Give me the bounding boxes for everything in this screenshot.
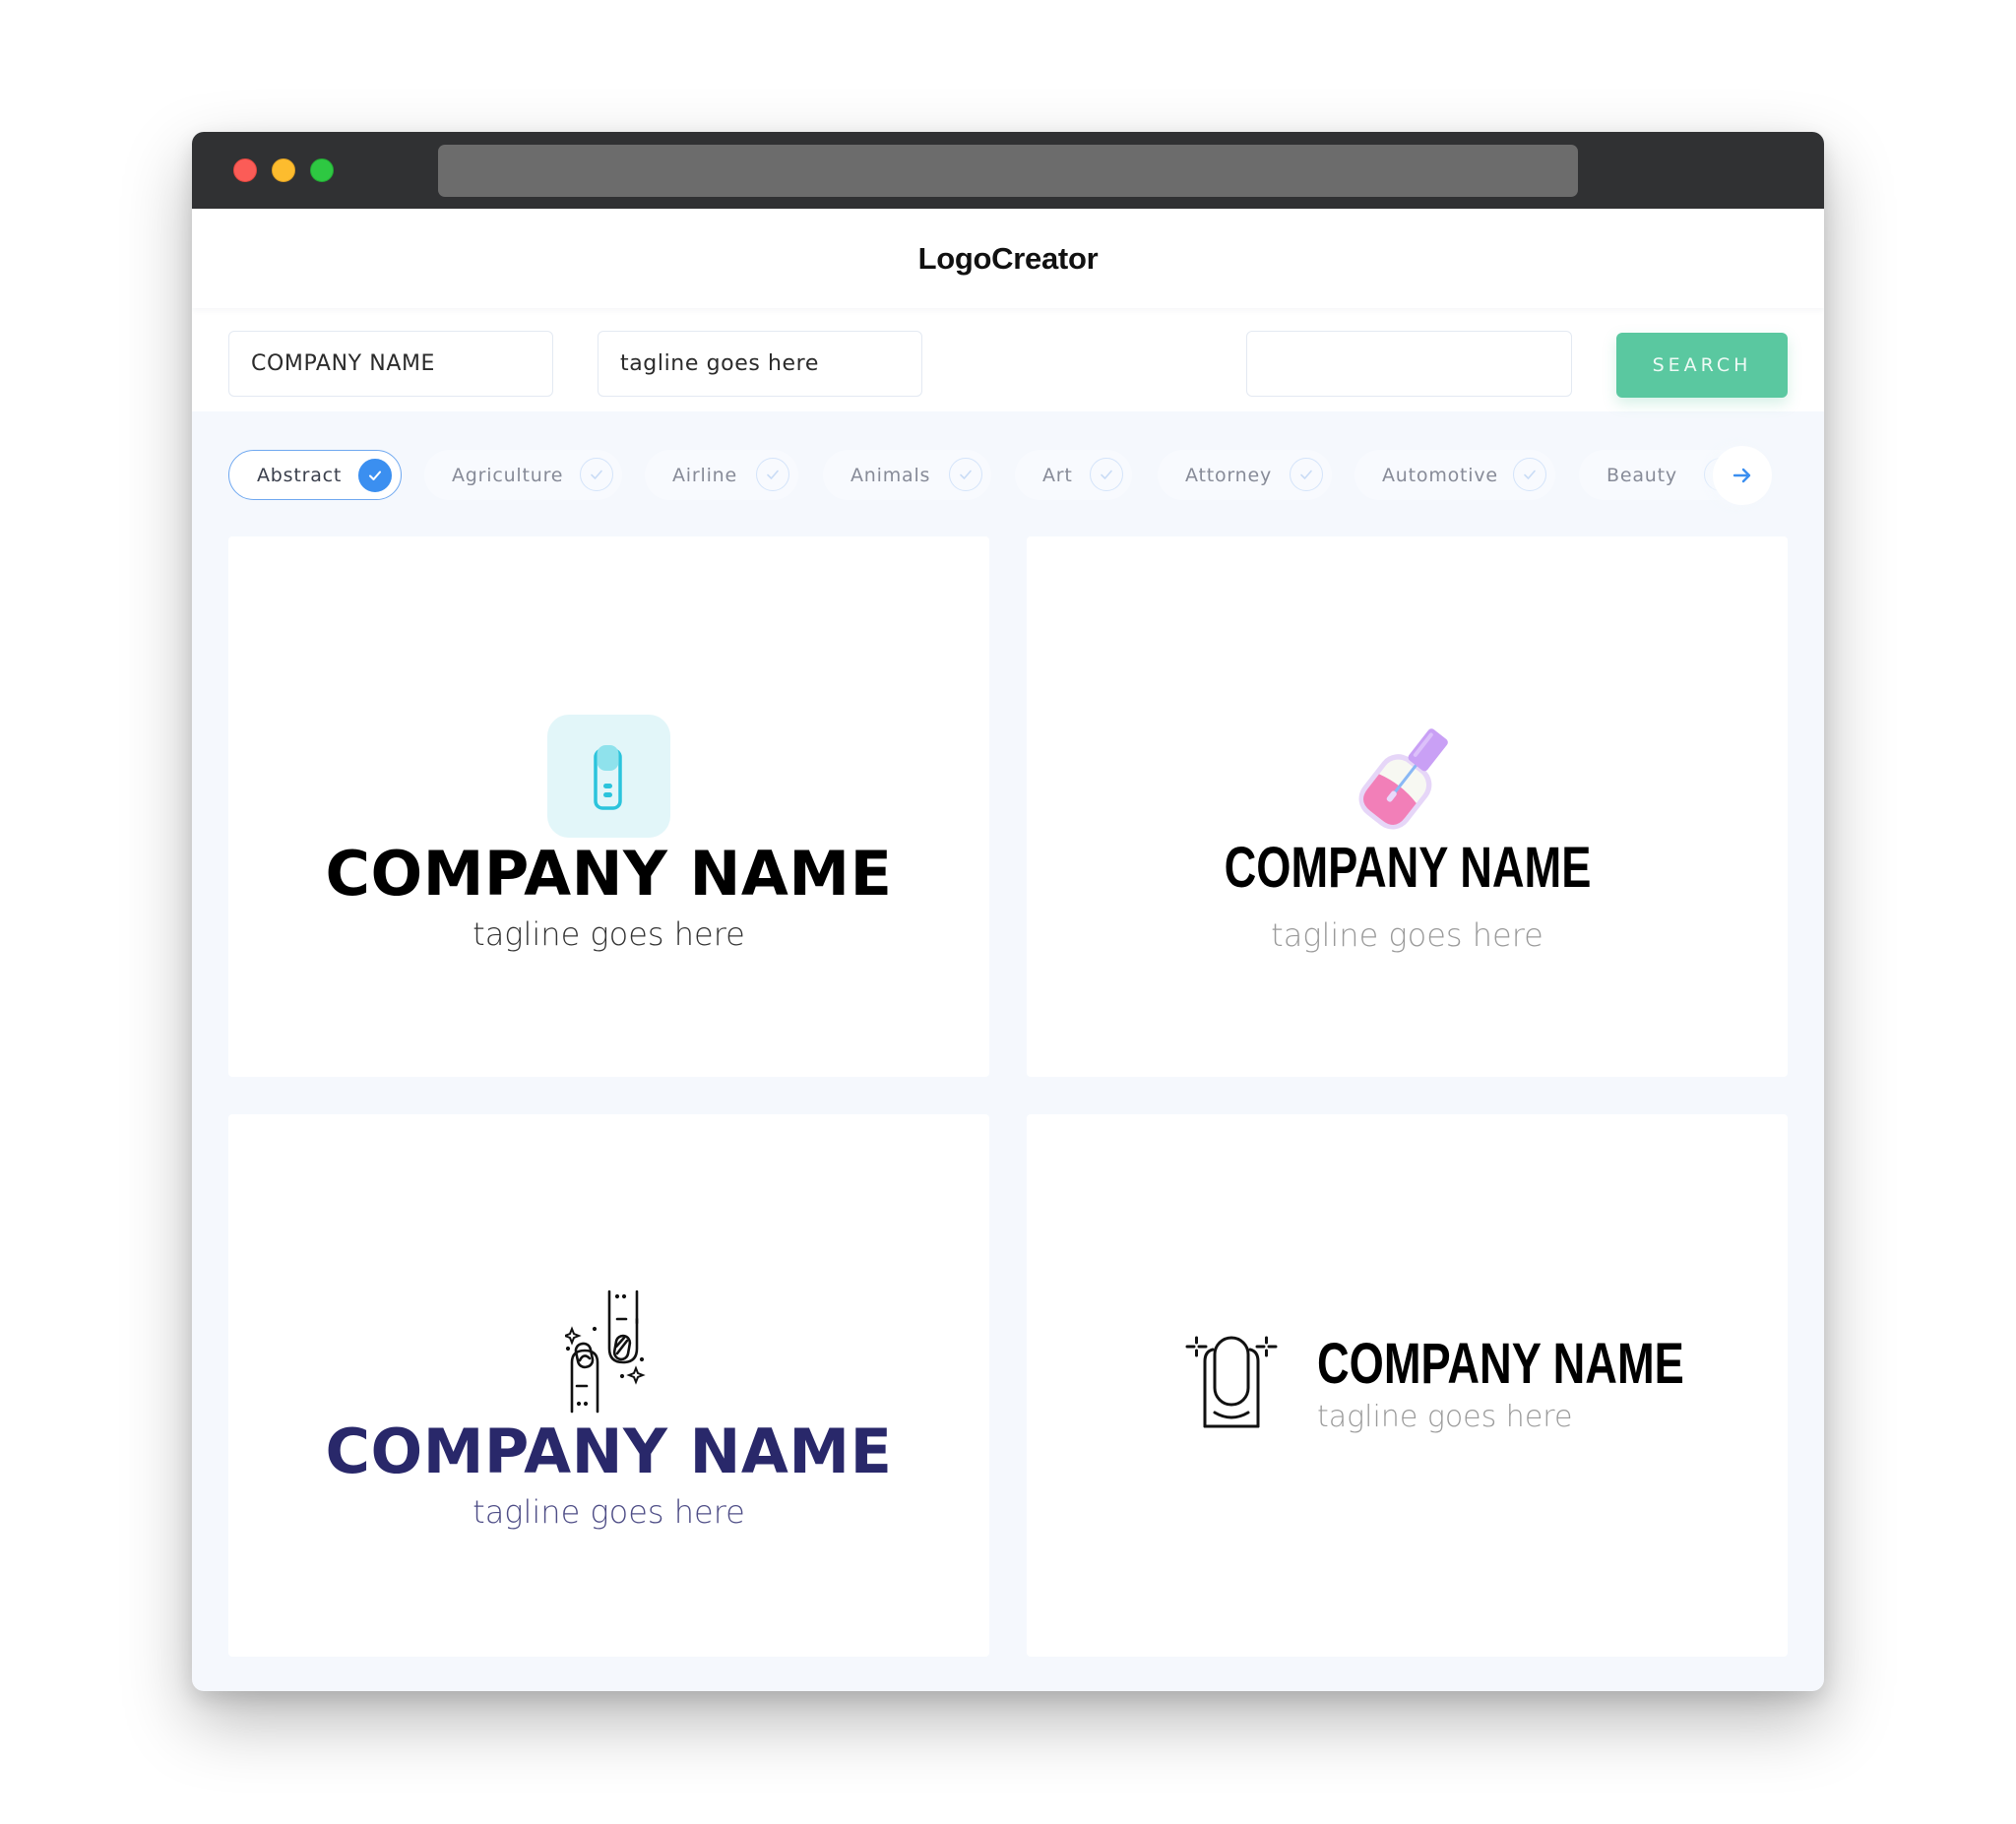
check-icon xyxy=(358,459,392,492)
category-chip-automotive[interactable]: Automotive xyxy=(1354,450,1555,500)
browser-window: LogoCreator COMPANY NAME tagline goes he… xyxy=(192,132,1824,1691)
check-icon xyxy=(1290,458,1323,491)
maximize-window-button[interactable] xyxy=(310,158,334,182)
sparkling-nail-icon xyxy=(1185,1336,1280,1430)
category-chip-animals[interactable]: Animals xyxy=(823,450,991,500)
brand-logo[interactable]: LogoCreator xyxy=(918,241,1099,277)
category-label: Agriculture xyxy=(452,464,564,486)
logo-company-name: COMPANY NAME xyxy=(325,838,893,910)
category-label: Beauty xyxy=(1606,464,1677,486)
category-label: Abstract xyxy=(257,464,343,486)
minimize-window-button[interactable] xyxy=(272,158,295,182)
keyword-input[interactable] xyxy=(1246,331,1572,397)
app-header: LogoCreator xyxy=(192,209,1824,308)
title-bar xyxy=(192,132,1824,209)
search-bar: COMPANY NAME tagline goes here SEARCH xyxy=(192,308,1824,411)
logo-card[interactable]: COMPANY NAME tagline goes here xyxy=(228,1114,989,1657)
arrow-right-icon xyxy=(1732,468,1751,483)
category-label: Art xyxy=(1042,464,1073,486)
category-chip-agriculture[interactable]: Agriculture xyxy=(424,450,622,500)
close-window-button[interactable] xyxy=(233,158,257,182)
search-button[interactable]: SEARCH xyxy=(1616,333,1788,398)
tagline-input[interactable]: tagline goes here xyxy=(598,331,922,397)
check-icon xyxy=(1090,458,1123,491)
check-icon xyxy=(1513,458,1546,491)
category-label: Airline xyxy=(672,464,737,486)
logo-company-name-text: COMPANY NAME xyxy=(1317,1332,1684,1396)
logo-card[interactable]: COMPANY NAME tagline goes here xyxy=(1027,536,1788,1077)
check-icon xyxy=(756,458,789,491)
company-name-input[interactable]: COMPANY NAME xyxy=(228,331,553,397)
logo-company-name: COMPANY NAME xyxy=(325,1415,893,1487)
check-icon xyxy=(580,458,613,491)
logo-card[interactable]: COMPANY NAME tagline goes here xyxy=(1027,1114,1788,1657)
category-chip-abstract[interactable]: Abstract xyxy=(228,450,402,500)
manicured-fingers-icon xyxy=(562,1289,654,1414)
category-label: Animals xyxy=(850,464,931,486)
logo-company-name: COMPANY NAME xyxy=(1317,1331,1788,1397)
address-bar[interactable] xyxy=(438,145,1578,197)
category-chip-art[interactable]: Art xyxy=(1015,450,1132,500)
logo-card[interactable]: COMPANY NAME tagline goes here xyxy=(228,536,989,1077)
check-icon xyxy=(949,458,982,491)
logo-tagline: tagline goes here xyxy=(1271,916,1544,954)
category-chip-airline[interactable]: Airline xyxy=(645,450,798,500)
logo-tagline: tagline goes here xyxy=(472,915,745,953)
nail-finger-icon xyxy=(547,715,670,838)
categories-next-button[interactable] xyxy=(1713,446,1772,505)
category-chip-attorney[interactable]: Attorney xyxy=(1158,450,1332,500)
logo-tagline: tagline goes here xyxy=(472,1493,745,1531)
category-label: Automotive xyxy=(1382,464,1498,486)
nail-polish-bottle-icon xyxy=(1354,714,1463,836)
category-label: Attorney xyxy=(1185,464,1273,486)
category-filter: Abstract Agriculture Airline Animals Art… xyxy=(192,446,1824,505)
logo-company-name-text: COMPANY NAME xyxy=(1224,836,1591,900)
logo-tagline: tagline goes here xyxy=(1317,1400,1573,1434)
logo-company-name: COMPANY NAME xyxy=(1027,835,1788,901)
